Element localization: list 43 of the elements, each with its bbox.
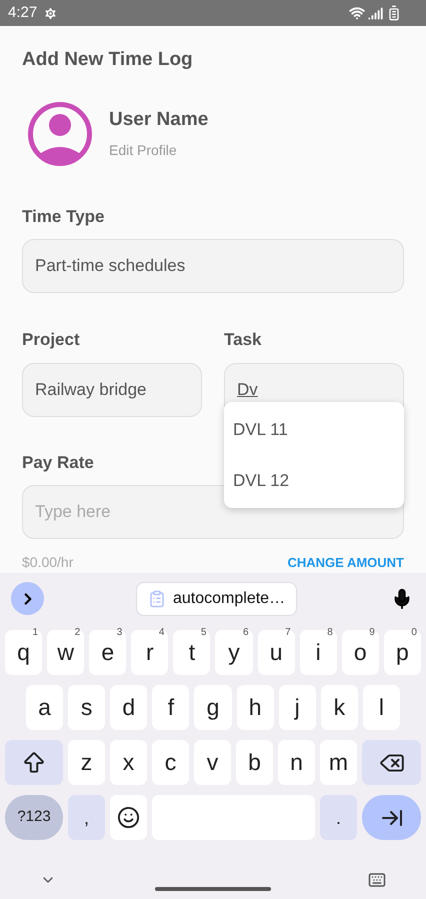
signal-icon — [368, 6, 383, 20]
keyboard-key[interactable]: c — [152, 740, 189, 785]
expand-toolbar-button[interactable] — [11, 582, 44, 615]
keyboard-key[interactable]: v — [194, 740, 231, 785]
keyboard-key[interactable]: n — [278, 740, 315, 785]
clipboard-suggestion-chip[interactable]: autocomplete… — [136, 582, 298, 616]
symbols-key[interactable]: ?123 — [5, 795, 63, 840]
time-type-field[interactable]: Part-time schedules — [22, 239, 404, 293]
next-key[interactable] — [362, 795, 421, 840]
keyboard-key[interactable]: a — [26, 685, 64, 730]
settings-icon — [43, 6, 58, 20]
rate-text: $0.00/hr — [22, 553, 74, 572]
keyboard-key[interactable]: d — [110, 685, 148, 730]
keyboard-key[interactable]: l — [362, 685, 400, 730]
field-label: Time Type — [22, 206, 106, 228]
keyboard-key[interactable]: j — [278, 685, 316, 730]
punctuation-key[interactable]: , — [68, 795, 105, 840]
wifi-icon — [349, 5, 365, 21]
field-label: Task — [224, 329, 262, 351]
keyboard-key[interactable]: h — [236, 685, 274, 730]
keyboard-key[interactable]: f — [152, 685, 190, 730]
shift-icon — [21, 750, 47, 776]
emoji-icon — [117, 806, 140, 829]
keyboard-switch-icon[interactable] — [368, 871, 386, 889]
field-label: Project — [22, 329, 81, 351]
status-time: 4:27 — [8, 2, 38, 23]
keyboard-key[interactable]: b — [236, 740, 273, 785]
page-title: Add New Time Log — [22, 48, 194, 72]
keyboard-key[interactable]: x — [110, 740, 147, 785]
user-name: User Name — [109, 108, 208, 132]
clipboard-icon — [148, 590, 166, 608]
shift-key[interactable] — [5, 740, 63, 785]
keyboard-key[interactable]: k — [320, 685, 358, 730]
punctuation-key[interactable]: . — [320, 795, 357, 840]
avatar-icon — [28, 102, 92, 166]
backspace-key[interactable] — [362, 740, 421, 785]
field-label: Pay Rate — [22, 452, 95, 474]
keyboard-key[interactable]: g — [194, 685, 232, 730]
keyboard-key[interactable]: s — [68, 685, 106, 730]
project-field[interactable]: Railway bridge — [22, 362, 202, 416]
keyboard-key[interactable]: z — [68, 740, 105, 785]
keyboard-key[interactable]: m — [320, 740, 357, 785]
emoji-key[interactable] — [110, 795, 147, 840]
